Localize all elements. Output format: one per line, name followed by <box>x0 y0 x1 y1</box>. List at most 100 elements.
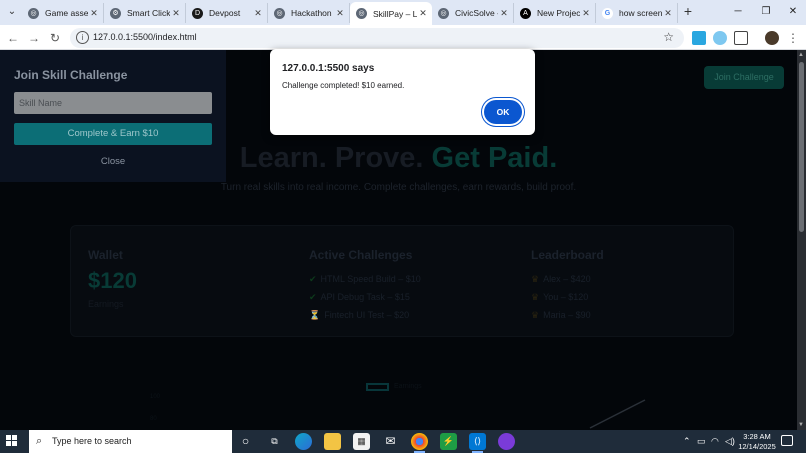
cortana-icon[interactable]: ○ <box>237 433 254 450</box>
close-tab-icon[interactable]: ✕ <box>334 8 346 19</box>
forward-icon[interactable]: → <box>25 29 43 47</box>
address-bar[interactable]: i 127.0.0.1:5500/index.html ☆ <box>70 28 684 48</box>
globe-icon: ◎ <box>28 7 39 19</box>
bookmark-star-icon[interactable]: ☆ <box>663 30 674 44</box>
alert-title: 127.0.0.1:5500 says <box>282 63 375 74</box>
windows-taskbar: ⌕ Type here to search ○ ⧉ ▦ ✉ ⚡ ⟨⟩ ⌃ ▭ ◠… <box>0 430 806 453</box>
app-green-icon[interactable]: ⚡ <box>440 433 457 450</box>
page-scrollbar[interactable]: ▲ ▼ <box>797 50 806 430</box>
vscode-icon[interactable]: ⟨⟩ <box>469 433 486 453</box>
leaderboard-item: ♛ Alex – $420 <box>531 274 591 284</box>
skill-name-input[interactable] <box>14 92 212 114</box>
leaderboard-item: ♛ Maria – $90 <box>531 310 591 320</box>
chart-tick-label: 100 <box>150 394 161 400</box>
trophy-icon: ♛ <box>531 274 540 284</box>
a-logo-icon: A <box>520 7 531 19</box>
hero-title-highlight: Get Paid. <box>431 142 558 174</box>
alert-dialog: 127.0.0.1:5500 says Challenge completed!… <box>270 49 535 135</box>
close-tab-icon[interactable]: ✕ <box>498 8 510 19</box>
notification-icon[interactable] <box>781 435 793 446</box>
tab-search-button[interactable]: ⌄ <box>4 4 20 20</box>
github-desktop-icon[interactable] <box>498 433 515 450</box>
minimize-icon[interactable]: ─ <box>728 3 748 21</box>
edge-icon[interactable] <box>295 433 312 450</box>
challenge-item: ⏳ Fintech UI Test – $20 <box>309 310 410 320</box>
extension-icon[interactable] <box>692 31 706 45</box>
url-text: 127.0.0.1:5500/index.html <box>93 32 197 42</box>
devpost-icon: D <box>192 7 203 19</box>
close-tab-icon[interactable]: ✕ <box>580 8 592 19</box>
taskbar-search-placeholder: Type here to search <box>52 436 132 446</box>
tab-game-asset[interactable]: ◎ Game asset ✕ <box>22 3 104 23</box>
chart-legend-swatch <box>366 383 389 391</box>
close-tab-icon[interactable]: ✕ <box>417 8 429 19</box>
leaderboard-item: ♛ You – $120 <box>531 292 589 302</box>
tab-strip: ⌄ ◎ Game asset ✕ ⚙ Smart Click ✕ D Devpo… <box>0 0 806 25</box>
volume-icon[interactable]: ◁) <box>725 436 735 447</box>
browser-toolbar: ← → ↻ i 127.0.0.1:5500/index.html ☆ ⋮ <box>0 25 806 50</box>
battery-icon[interactable]: ▭ <box>697 436 706 447</box>
file-explorer-icon[interactable] <box>324 433 341 450</box>
hourglass-icon: ⏳ <box>309 310 321 320</box>
wallet-label: Earnings <box>88 299 124 309</box>
chrome-icon[interactable] <box>411 433 428 453</box>
earnings-chart-line <box>589 399 646 429</box>
mail-icon[interactable]: ✉ <box>382 433 399 450</box>
tab-hackathon[interactable]: ◎ Hackathon p ✕ <box>268 3 350 23</box>
task-view-icon[interactable]: ⧉ <box>266 433 283 450</box>
extensions-puzzle-icon[interactable] <box>734 31 748 45</box>
complete-earn-button[interactable]: Complete & Earn $10 <box>14 123 212 145</box>
check-icon: ✔ <box>309 292 317 302</box>
tab-smart-click[interactable]: ⚙ Smart Click ✕ <box>104 3 186 23</box>
close-tab-icon[interactable]: ✕ <box>88 8 100 19</box>
back-icon[interactable]: ← <box>4 29 22 47</box>
tab-devpost[interactable]: D Devpost ✕ <box>186 3 268 23</box>
taskbar-search-box[interactable]: ⌕ Type here to search <box>29 430 232 453</box>
challenge-item: ✔ API Debug Task – $15 <box>309 292 410 302</box>
globe-icon: ◎ <box>356 8 367 19</box>
close-tab-icon[interactable]: ✕ <box>170 8 182 19</box>
google-icon: G <box>602 7 613 19</box>
modal-title: Join Skill Challenge <box>14 68 128 82</box>
alert-ok-button[interactable]: OK <box>484 100 522 124</box>
trophy-icon: ♛ <box>531 310 540 320</box>
tab-new-project[interactable]: A New Project ✕ <box>514 3 596 23</box>
chart-legend-label: Earnings <box>394 383 422 390</box>
site-info-icon[interactable]: i <box>76 31 89 44</box>
tab-skillpay[interactable]: ◎ SkillPay – Le ✕ <box>350 2 432 25</box>
wallet-heading: Wallet <box>88 248 123 262</box>
windows-start-icon[interactable] <box>6 435 18 447</box>
join-challenge-modal: Join Skill Challenge Complete & Earn $10… <box>0 50 226 182</box>
gear-icon: ⚙ <box>110 7 121 19</box>
taskbar-clock[interactable]: 3:28 AM 12/14/2025 <box>736 432 778 452</box>
hero-subtitle: Turn real skills into real income. Compl… <box>220 182 577 193</box>
clock-time: 3:28 AM <box>743 432 771 441</box>
challenges-heading: Active Challenges <box>309 248 413 262</box>
profile-avatar[interactable] <box>765 31 779 45</box>
store-icon[interactable]: ▦ <box>353 433 370 450</box>
close-tab-icon[interactable]: ✕ <box>662 8 674 19</box>
close-window-icon[interactable]: ✕ <box>783 3 803 21</box>
restore-icon[interactable]: ❐ <box>756 3 776 21</box>
trophy-icon: ♛ <box>531 292 540 302</box>
extension-globe-icon[interactable] <box>713 31 727 45</box>
scroll-down-icon[interactable]: ▼ <box>798 422 804 428</box>
join-challenge-button[interactable]: Join Challenge <box>704 66 784 89</box>
tab-how-screen[interactable]: G how screen ✕ <box>596 3 678 23</box>
chart-tick-label: 80 <box>150 416 157 422</box>
globe-icon: ◎ <box>438 7 449 19</box>
leaderboard-heading: Leaderboard <box>531 248 604 262</box>
tab-civicsolve[interactable]: ◎ CivicSolve - ✕ <box>432 3 514 23</box>
wallet-amount: $120 <box>88 268 137 293</box>
reload-icon[interactable]: ↻ <box>46 29 64 47</box>
modal-close-button[interactable]: Close <box>0 156 226 167</box>
globe-icon: ◎ <box>274 7 285 19</box>
menu-kebab-icon[interactable]: ⋮ <box>784 29 802 47</box>
tray-chevron-icon[interactable]: ⌃ <box>683 436 691 447</box>
clock-date: 12/14/2025 <box>738 442 776 451</box>
new-tab-button[interactable]: + <box>680 4 696 20</box>
close-tab-icon[interactable]: ✕ <box>252 8 264 19</box>
wifi-icon[interactable]: ◠ <box>711 436 719 447</box>
scrollbar-thumb[interactable] <box>799 62 804 232</box>
scroll-up-icon[interactable]: ▲ <box>798 52 804 58</box>
